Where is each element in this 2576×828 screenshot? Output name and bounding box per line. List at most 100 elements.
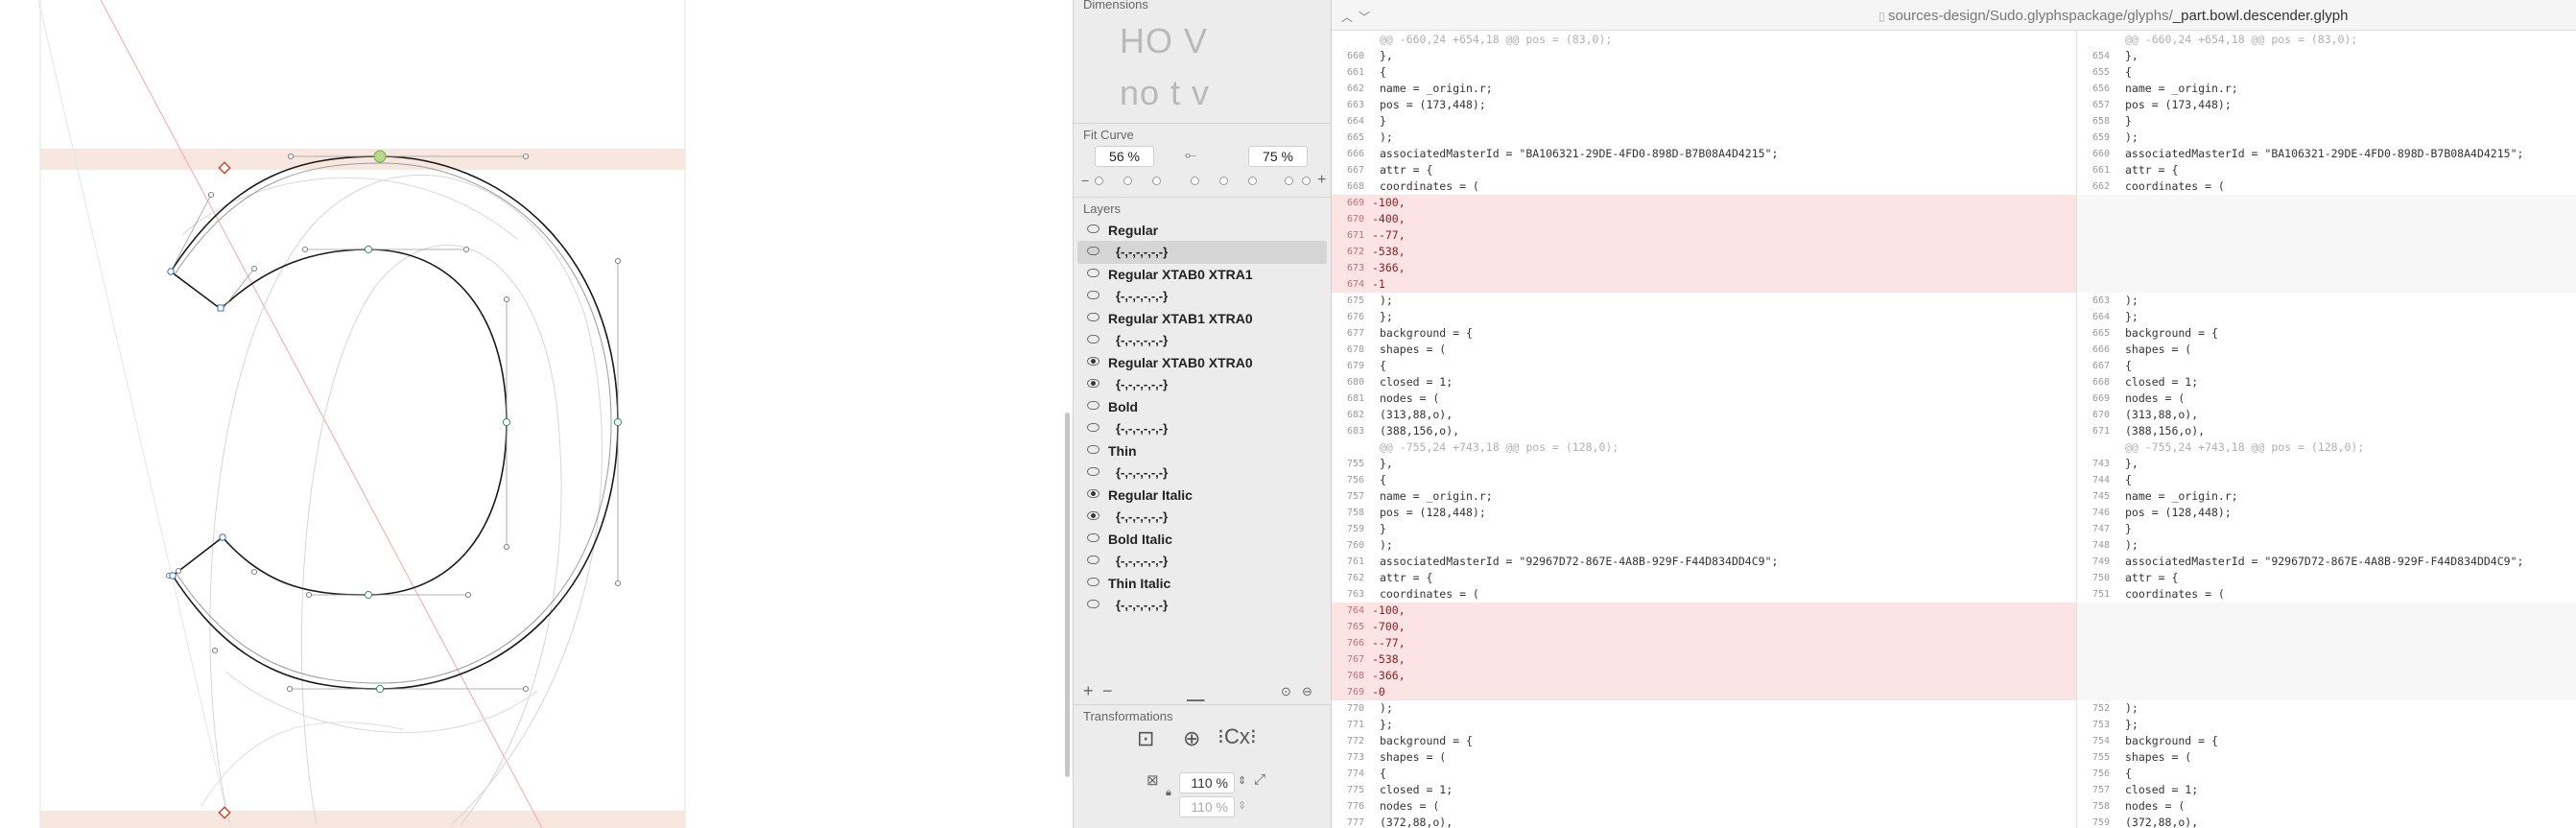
eye-icon[interactable]: [1087, 269, 1099, 277]
code-text: attr = {: [2125, 571, 2179, 584]
scale-y-field[interactable]: 110 %: [1179, 796, 1235, 817]
code-text: },: [1380, 457, 1393, 470]
fit-curve-left-field[interactable]: 56 %: [1095, 146, 1154, 167]
eye-icon[interactable]: [1087, 578, 1099, 586]
diff-removed-line: 674 -1: [1332, 276, 2076, 293]
curve-handle-icon[interactable]: ⟜: [1185, 148, 1196, 163]
eye-icon[interactable]: [1087, 556, 1099, 564]
eye-icon[interactable]: [1087, 489, 1099, 498]
layer-row[interactable]: Regular Italic: [1077, 484, 1327, 507]
layer-row[interactable]: Thin Italic: [1077, 572, 1327, 595]
fit-curve-right-field[interactable]: 75 %: [1248, 146, 1308, 167]
diff-right-side[interactable]: @@ -660,24 +654,18 @@ pos = (83,0); 654},…: [2077, 31, 2576, 828]
fit-curve-plus-icon[interactable]: +: [1317, 173, 1326, 188]
diff-left-side[interactable]: @@ -660,24 +654,18 @@ pos = (83,0); 660},…: [1332, 31, 2076, 828]
scale-icon[interactable]: ⊠: [1146, 773, 1159, 789]
code-text: },: [2125, 457, 2139, 470]
scale-apply-icon[interactable]: ⤢: [1254, 772, 1265, 788]
scale-y-stepper[interactable]: ⇕: [1238, 798, 1246, 814]
transform-origin-icon[interactable]: ⊕: [1183, 728, 1200, 749]
fit-preset-dot[interactable]: [1095, 177, 1103, 185]
diff-line: 677 background = {: [1332, 325, 2076, 342]
layer-row[interactable]: Regular XTAB0 XTRA0: [1077, 351, 1327, 374]
layer-remove-circle-icon[interactable]: ⊖: [1302, 684, 1312, 699]
layer-coordinates-row[interactable]: {-,-,-,-,-,-}: [1077, 506, 1327, 529]
eye-icon[interactable]: [1087, 511, 1099, 520]
line-number: 681: [1346, 393, 1364, 404]
fit-preset-dot[interactable]: [1123, 177, 1132, 185]
eye-icon[interactable]: [1087, 467, 1099, 476]
layer-coordinates-row[interactable]: {-,-,-,-,-,-}: [1077, 373, 1327, 396]
eye-icon[interactable]: [1087, 335, 1099, 343]
lock-proportions-icon[interactable]: 🔒︎: [1166, 785, 1171, 800]
layer-row[interactable]: Regular XTAB0 XTRA1: [1077, 263, 1327, 286]
line-number: 661: [2092, 165, 2110, 176]
layer-coordinates-row[interactable]: {-,-,-,-,-,-}: [1077, 461, 1327, 485]
eye-icon[interactable]: [1087, 225, 1099, 233]
code-text: );: [2125, 701, 2139, 715]
fit-preset-dot[interactable]: [1219, 177, 1228, 185]
layer-row[interactable]: Regular: [1077, 219, 1327, 242]
layer-row[interactable]: Regular XTAB1 XTRA0: [1077, 307, 1327, 330]
canvas-scrollbar[interactable]: [1065, 413, 1070, 777]
diff-gap: [2077, 195, 2576, 211]
layer-row[interactable]: Thin: [1077, 439, 1327, 462]
code-text: pos = (173,448);: [1380, 98, 1486, 111]
fit-preset-dot[interactable]: [1191, 177, 1199, 185]
layer-coordinates-row[interactable]: {-,-,-,-,-,-}: [1077, 417, 1327, 440]
line-number: 743: [2092, 459, 2110, 469]
eye-icon[interactable]: [1087, 313, 1099, 321]
fit-preset-dot[interactable]: [1152, 177, 1161, 185]
code-text: attr = {: [2125, 163, 2179, 177]
line-number: 775: [1346, 785, 1364, 795]
eye-icon[interactable]: [1087, 357, 1099, 366]
diff-gap: [2077, 260, 2576, 276]
add-layer-icon[interactable]: +: [1083, 682, 1094, 699]
code-text: attr = {: [1380, 571, 1433, 584]
line-number: 680: [1346, 377, 1364, 388]
eye-icon[interactable]: [1087, 247, 1099, 255]
layer-coordinates-row[interactable]: {-,-,-,-,-,-}: [1077, 594, 1327, 617]
eye-icon[interactable]: [1087, 423, 1099, 432]
layer-row[interactable]: Bold: [1077, 395, 1327, 418]
scale-x-field[interactable]: 110 %: [1179, 772, 1235, 793]
code-text: {: [1380, 65, 1386, 79]
eye-icon[interactable]: [1087, 401, 1099, 410]
eye-icon[interactable]: [1087, 379, 1099, 388]
layer-coordinates-row[interactable]: {-,-,-,-,-,-}: [1077, 329, 1327, 352]
code-text: closed = 1;: [2125, 783, 2199, 796]
panel-resize-handle[interactable]: ▁▁: [1187, 687, 1204, 702]
code-text: };: [1380, 310, 1393, 323]
diff-removed-line: 673 -366,: [1332, 260, 2076, 276]
transform-box-icon[interactable]: ⊡: [1137, 728, 1154, 749]
scale-x-stepper[interactable]: ⇕: [1238, 773, 1246, 789]
chevron-down-icon[interactable]: ﹀: [1359, 9, 1370, 25]
remove-layer-icon[interactable]: −: [1102, 682, 1113, 699]
glyph-canvas[interactable]: [0, 0, 1073, 828]
fit-preset-dot[interactable]: [1248, 177, 1257, 185]
chevron-up-icon[interactable]: ︿: [1341, 9, 1353, 25]
diff-hunk-header: @@ -755,24 +743,18 @@ pos = (128,0);: [2077, 439, 2576, 456]
transform-mirror-icon[interactable]: ⁝Cx⁝: [1217, 726, 1257, 747]
line-number: 670: [1346, 214, 1364, 225]
diff-line: 668 closed = 1;: [2077, 374, 2576, 390]
eye-icon[interactable]: [1087, 291, 1099, 299]
eye-icon[interactable]: [1087, 533, 1099, 542]
glyph-outline-drawing[interactable]: [0, 0, 1073, 828]
line-number: 660: [1346, 51, 1364, 61]
line-number: 750: [2092, 573, 2110, 583]
layer-coordinates-row[interactable]: {-,-,-,-,-,-}: [1077, 241, 1327, 264]
diff-line: 683 (388,156,o),: [1332, 423, 2076, 439]
fit-curve-minus-icon[interactable]: −: [1081, 173, 1089, 188]
layer-coordinates-row[interactable]: {-,-,-,-,-,-}: [1077, 550, 1327, 573]
layer-options-icon[interactable]: ⊙: [1281, 684, 1291, 699]
fit-preset-dot[interactable]: [1302, 177, 1311, 185]
line-number: 668: [1346, 181, 1364, 192]
fit-preset-dot[interactable]: [1285, 177, 1293, 185]
eye-icon[interactable]: [1087, 600, 1099, 608]
layer-row[interactable]: Bold Italic: [1077, 528, 1327, 551]
diff-line: 670 (313,88,o),: [2077, 407, 2576, 423]
eye-icon[interactable]: [1087, 445, 1099, 454]
layer-coordinates-row[interactable]: {-,-,-,-,-,-}: [1077, 285, 1327, 308]
line-number: 755: [1346, 459, 1364, 469]
